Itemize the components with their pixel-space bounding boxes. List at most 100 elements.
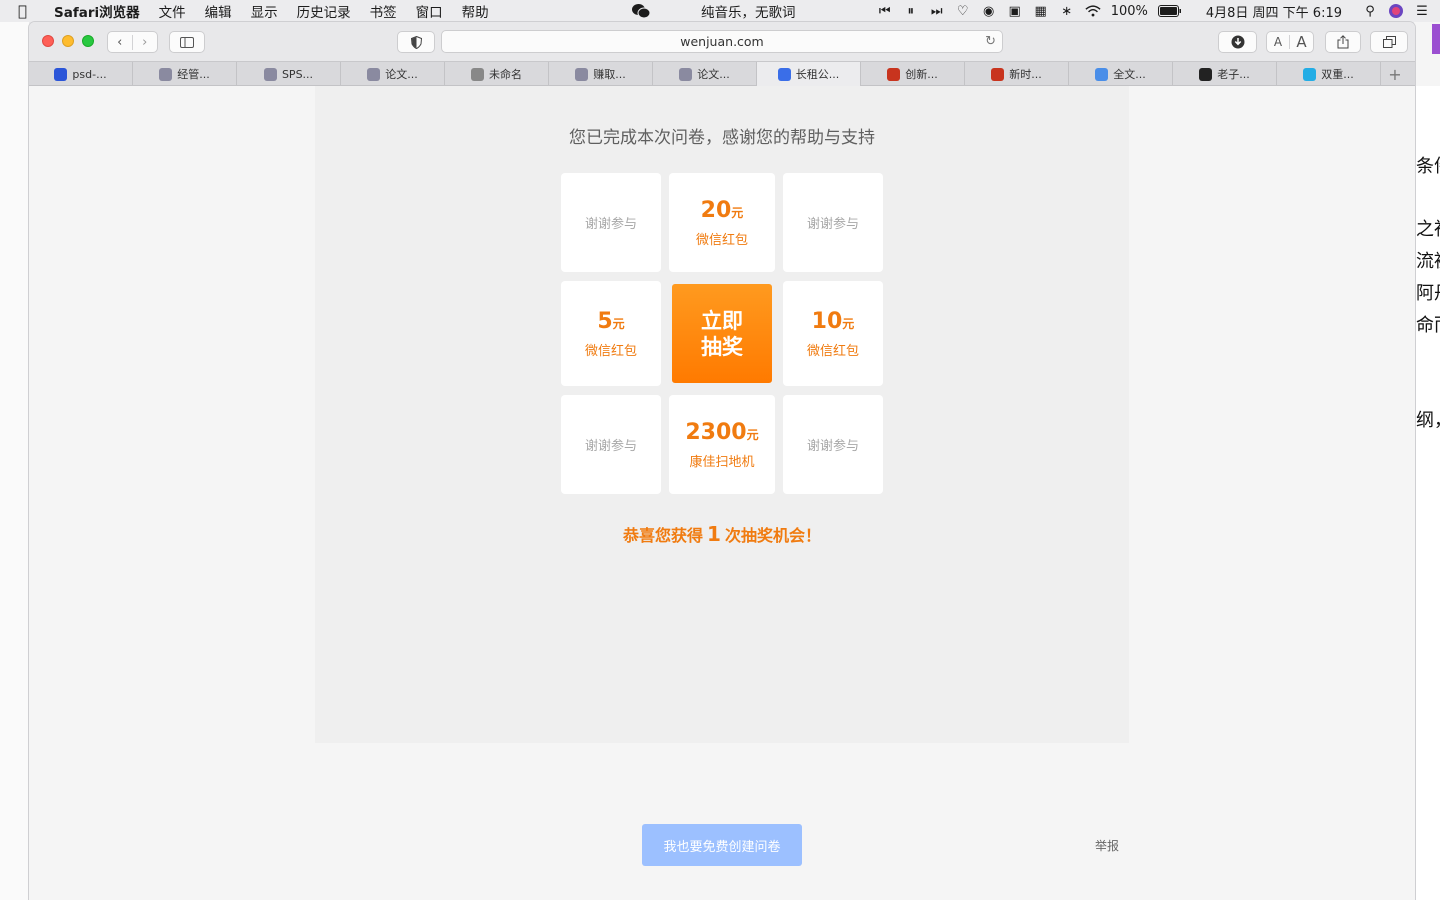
congrats-suffix: 次抽奖机会！ [724, 526, 821, 545]
draw-now-button[interactable]: 立即 抽奖 [672, 284, 772, 383]
prize-amount: 20元 [701, 198, 744, 226]
tab-label: 长租公... [795, 68, 840, 81]
browser-tab[interactable]: 新时... [965, 62, 1069, 86]
p-icon [263, 67, 277, 81]
background-text-line: 条件 [1416, 156, 1440, 177]
heart-icon[interactable]: ♡ [955, 3, 971, 19]
tab-bar: psd-... 经管... SPS... 论文... 未命名 赚取... 论文... 长租公.… [29, 61, 1415, 86]
prize-amount: 2300元 [685, 420, 758, 448]
background-text-line: 流被 [1416, 251, 1440, 272]
background-text-line: 纲， [1416, 410, 1440, 431]
pause-icon[interactable]: ⏸ [903, 3, 919, 19]
menu-bookmarks[interactable]: 书签 [370, 1, 397, 21]
prize-description: 康佳扫地机 [689, 454, 755, 470]
browser-tab[interactable]: 创新... [861, 62, 965, 86]
apple-menu-icon[interactable]:  [18, 2, 38, 20]
privacy-report-button[interactable] [397, 31, 435, 53]
zhi-icon [991, 67, 1005, 81]
lottery-cell-thanks: 谢谢参与 [561, 395, 661, 494]
now-playing: 纯音乐，无歌词 [631, 1, 796, 21]
browser-tab[interactable]: 经管... [133, 62, 237, 86]
prize-description: 微信红包 [806, 343, 859, 359]
smaller-text-button[interactable]: A [1267, 35, 1290, 49]
prize-value: 20 [700, 197, 732, 223]
flag-icon [777, 67, 791, 81]
minimize-window-button[interactable] [62, 35, 74, 47]
forward-arrow-icon[interactable]: › [133, 35, 157, 50]
menu-history[interactable]: 历史记录 [297, 1, 351, 21]
browser-tab[interactable]: 双重... [1277, 62, 1381, 86]
prize-amount: 10元 [812, 309, 855, 337]
background-text-line: 阿丹 [1416, 283, 1440, 304]
menu-file[interactable]: 文件 [159, 1, 186, 21]
netease-music-icon[interactable]: ◉ [981, 3, 997, 19]
browser-tab[interactable]: 赚取... [549, 62, 653, 86]
tab-label: 论文... [697, 68, 730, 81]
address-text: wenjuan.com [680, 34, 764, 49]
bluetooth-icon[interactable]: ∗ [1059, 3, 1075, 19]
wechat-icon[interactable] [631, 3, 651, 19]
lottery-cell-thanks: 谢谢参与 [783, 395, 883, 494]
cell-text: 谢谢参与 [806, 217, 859, 232]
notification-center-icon[interactable]: ☰ [1414, 3, 1430, 19]
tab-label: 新时... [1009, 68, 1042, 81]
siri-icon[interactable] [1388, 3, 1404, 19]
desktop-left-edge [0, 22, 29, 900]
new-tab-icon[interactable]: + [1381, 62, 1409, 86]
browser-tab[interactable]: 长租公... [757, 62, 861, 86]
next-track-icon[interactable]: ⏭ [929, 3, 945, 19]
lottery-cell-prize: 20元 微信红包 [669, 173, 775, 272]
wps-icon[interactable]: ▣ [1007, 3, 1023, 19]
report-link[interactable]: 举报 [1095, 837, 1119, 854]
browser-tab[interactable]: 论文... [341, 62, 445, 86]
sidebar-icon [180, 36, 194, 48]
prize-value: 5 [597, 308, 613, 334]
menu-view[interactable]: 显示 [251, 1, 278, 21]
browser-tab[interactable]: SPS... [237, 62, 341, 86]
prize-description: 微信红包 [584, 343, 637, 359]
menu-window[interactable]: 窗口 [416, 1, 443, 21]
reload-icon[interactable]: ↻ [985, 34, 996, 49]
zoom-window-button[interactable] [82, 35, 94, 47]
browser-tab[interactable]: 全文... [1069, 62, 1173, 86]
create-survey-button[interactable]: 我也要免费创建问卷 [642, 824, 802, 866]
bigger-text-button[interactable]: A [1290, 33, 1313, 51]
browser-tab[interactable]: 老子... [1173, 62, 1277, 86]
bili-icon [1303, 67, 1317, 81]
tab-label: SPS... [281, 67, 314, 81]
previous-track-icon[interactable]: ⏮ [877, 3, 893, 19]
browser-tab[interactable]: psd-... [29, 62, 133, 86]
sidebar-toggle-button[interactable] [169, 31, 205, 53]
doc-icon [1095, 67, 1109, 81]
close-window-button[interactable] [42, 35, 54, 47]
address-bar[interactable]: wenjuan.com ↻ [441, 30, 1003, 53]
menu-help[interactable]: 帮助 [462, 1, 489, 21]
prize-value: 2300 [685, 419, 747, 445]
clock[interactable]: 4月8日 周四 下午 6:19 [1206, 2, 1342, 21]
download-icon [1231, 35, 1244, 49]
app-menu[interactable]: Safari浏览器 [54, 1, 140, 21]
input-method-icon[interactable]: ▦ [1033, 3, 1049, 19]
browser-tab[interactable]: 未命名 [445, 62, 549, 86]
cell-text: 谢谢参与 [806, 439, 859, 454]
wifi-icon[interactable] [1085, 3, 1101, 19]
browser-toolbar: ‹ › wenjuan.com ↻ A A [29, 22, 1415, 61]
macos-menubar:  Safari浏览器 文件 编辑 显示 历史记录 书签 窗口 帮助 纯音乐，无… [0, 0, 1440, 22]
battery-percent: 100% [1110, 3, 1148, 19]
spotlight-search-icon[interactable]: ⚲ [1362, 3, 1378, 19]
prize-unit: 元 [842, 316, 855, 331]
completion-message: 您已完成本次问卷，感谢您的帮助与支持 [569, 128, 875, 148]
menu-edit[interactable]: 编辑 [205, 1, 232, 21]
share-icon [1337, 35, 1349, 49]
tab-label: 全文... [1113, 68, 1146, 81]
browser-tab[interactable]: 论文... [653, 62, 757, 86]
paw-icon [54, 67, 68, 81]
tab-overview-button[interactable] [1370, 31, 1408, 53]
prize-unit: 元 [731, 205, 744, 220]
background-text-line: 命而 [1416, 315, 1440, 336]
zhi-icon [887, 67, 901, 81]
share-button[interactable] [1325, 31, 1361, 53]
downloads-button[interactable] [1218, 31, 1257, 53]
back-arrow-icon[interactable]: ‹ [108, 34, 133, 50]
battery-icon[interactable] [1157, 3, 1182, 19]
